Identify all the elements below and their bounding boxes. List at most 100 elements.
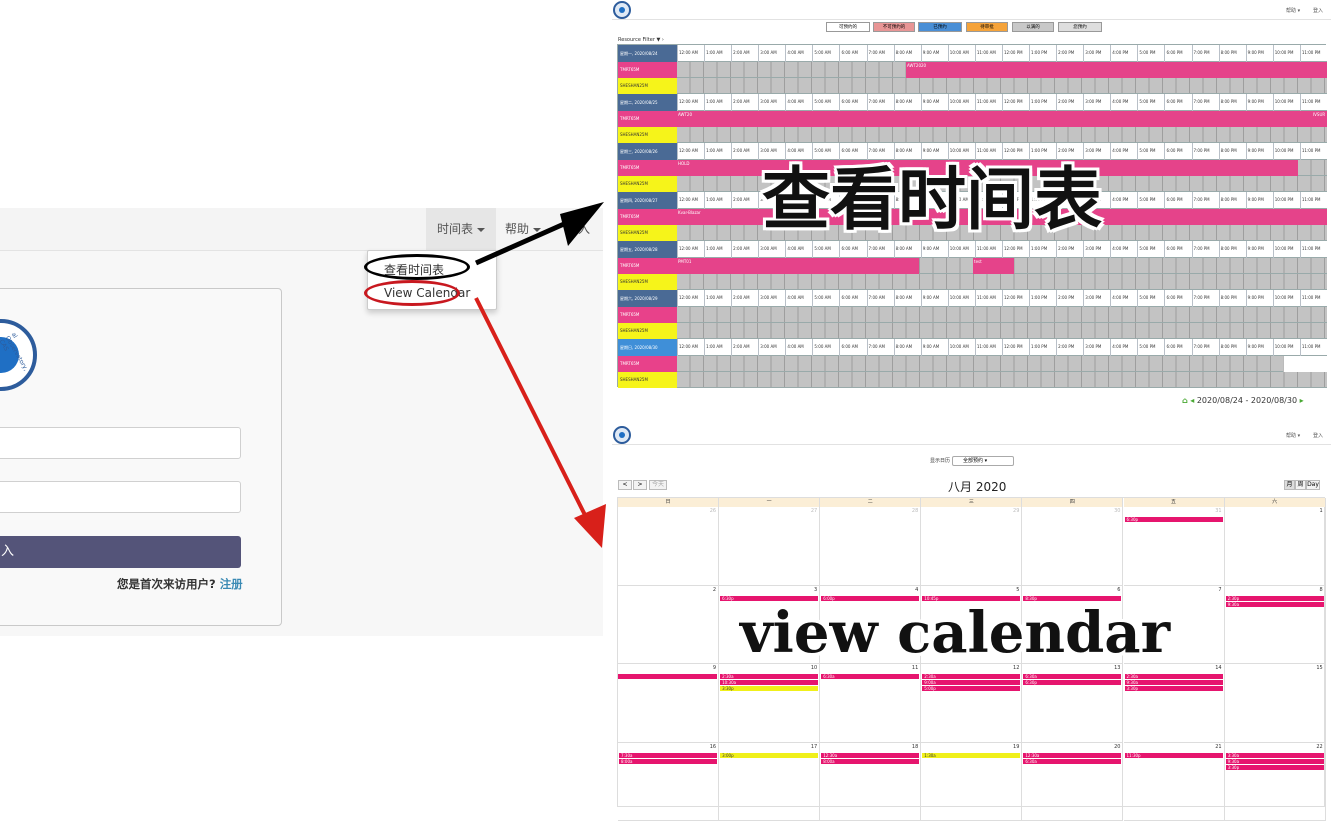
- calendar-event[interactable]: 12:30a: [821, 753, 919, 758]
- day-cell[interactable]: 27: [719, 507, 820, 586]
- day-cell[interactable]: 2012:30a6:30a: [1022, 743, 1123, 821]
- resource-lane[interactable]: [677, 372, 1327, 388]
- calendar-event[interactable]: 2:30a: [922, 674, 1020, 679]
- resource-label[interactable]: SHESHAN25M: [618, 323, 677, 339]
- resource-lane[interactable]: PMT01 test: [677, 258, 1327, 274]
- resource-label[interactable]: TMRT65M: [618, 111, 677, 127]
- calendar-event[interactable]: 2:30a: [720, 674, 818, 679]
- calendar-event[interactable]: 8:00a: [821, 759, 919, 764]
- resource-lane[interactable]: [677, 274, 1327, 290]
- day-cell[interactable]: 26: [618, 507, 719, 586]
- resource-lane[interactable]: [677, 323, 1327, 339]
- calendar-event[interactable]: 11:30p: [1125, 753, 1223, 758]
- calendar-event[interactable]: 6:30a: [1023, 759, 1121, 764]
- calendar-event[interactable]: 3:30a: [1226, 753, 1324, 758]
- resource-label[interactable]: TMRT65M: [618, 307, 677, 323]
- day-cell[interactable]: 173:00p: [719, 743, 820, 821]
- booking-bar[interactable]: PMT01: [677, 258, 919, 274]
- calendar-event[interactable]: 6:30p: [1023, 680, 1121, 685]
- username-field[interactable]: [0, 427, 241, 459]
- day-cell[interactable]: 191:30a: [921, 743, 1022, 821]
- resource-label[interactable]: SHESHAN25M: [618, 274, 677, 290]
- help-menu[interactable]: 帮助 ▾: [1286, 432, 1300, 439]
- calendar-event[interactable]: 9:30a: [1125, 680, 1223, 685]
- prev-month-button[interactable]: <: [618, 480, 632, 490]
- booking-bar[interactable]: AWT2020: [906, 62, 1327, 78]
- calendar-event[interactable]: 10:30a: [720, 680, 818, 685]
- resource-lane[interactable]: AWT20IVSUR: [677, 111, 1327, 127]
- calendar-event[interactable]: 3:30p: [1125, 686, 1223, 691]
- calendar-event[interactable]: 5:00p: [922, 686, 1020, 691]
- resource-label[interactable]: TMRT65M: [618, 356, 677, 372]
- resource-label[interactable]: SHESHAN25M: [618, 225, 677, 241]
- day-cell[interactable]: 102:30a10:30a3:30p: [719, 664, 820, 743]
- booking-bar[interactable]: AWT20: [677, 111, 1327, 127]
- next-arrow-icon[interactable]: ▸: [1300, 396, 1304, 405]
- register-link[interactable]: 注册: [220, 577, 243, 591]
- day-cell[interactable]: 116:30a: [820, 664, 921, 743]
- next-month-button[interactable]: >: [633, 480, 647, 490]
- calendar-event[interactable]: 9:00a: [922, 680, 1020, 685]
- day-cell[interactable]: 1812:30a8:00a: [820, 743, 921, 821]
- calendar-event[interactable]: 3:30p: [1226, 765, 1324, 770]
- resource-lane[interactable]: [677, 127, 1327, 143]
- resource-label[interactable]: SHESHAN25M: [618, 372, 677, 388]
- calendar-event[interactable]: 6:30a: [821, 674, 919, 679]
- calendar-event[interactable]: 9:30a: [1226, 602, 1324, 607]
- nav-login-link[interactable]: 入: [578, 208, 590, 250]
- day-cell[interactable]: 142:30a9:30a3:30p: [1124, 664, 1225, 743]
- calendar-event[interactable]: 3:30p: [720, 686, 818, 691]
- password-field[interactable]: [0, 481, 241, 513]
- home-icon[interactable]: ⌂: [1182, 396, 1188, 405]
- resource-label[interactable]: SHESHAN25M: [618, 78, 677, 94]
- day-cell[interactable]: 2: [618, 586, 719, 665]
- day-cell[interactable]: 15: [1225, 664, 1326, 743]
- resource-lane[interactable]: AWT2020: [677, 62, 1327, 78]
- login-link[interactable]: 登入: [1313, 7, 1323, 14]
- day-cell[interactable]: 167:30a8:00a: [618, 743, 719, 821]
- day-cell[interactable]: 122:30a9:00a5:00p: [921, 664, 1022, 743]
- resource-label[interactable]: TMRT65M: [618, 160, 677, 176]
- day-cell[interactable]: 82:30p9:30a: [1225, 586, 1326, 665]
- resource-label[interactable]: SHESHAN25M: [618, 176, 677, 192]
- calendar-event[interactable]: 7:30a: [619, 753, 717, 758]
- resource-label[interactable]: TMRT65M: [618, 62, 677, 78]
- month-view-button[interactable]: 月: [1284, 480, 1295, 490]
- prev-arrow-icon[interactable]: ◂: [1190, 396, 1194, 405]
- day-cell[interactable]: 28: [820, 507, 921, 586]
- day-cell[interactable]: 30: [1022, 507, 1123, 586]
- day-cell[interactable]: 136:30a6:30p: [1022, 664, 1123, 743]
- today-button[interactable]: 今天: [649, 480, 667, 490]
- calendar-event[interactable]: 3:00p: [720, 753, 818, 758]
- resource-lane[interactable]: [677, 307, 1327, 323]
- calendar-event[interactable]: 9:30a: [1226, 759, 1324, 764]
- calendar-filter-select[interactable]: 全部预约 ▾: [952, 456, 1014, 466]
- resource-lane[interactable]: [677, 356, 1327, 372]
- resource-label[interactable]: TMRT65M: [618, 258, 677, 274]
- calendar-event[interactable]: 8:00a: [619, 759, 717, 764]
- resource-lane[interactable]: [677, 78, 1327, 94]
- calendar-event[interactable]: 2:30p: [1226, 596, 1324, 601]
- resource-filter[interactable]: Resource Filter ▼ ›: [618, 37, 664, 43]
- day-view-button[interactable]: Day: [1306, 480, 1320, 490]
- help-menu[interactable]: 帮助 ▾: [1286, 7, 1300, 14]
- login-button[interactable]: 入: [0, 536, 241, 568]
- booking-bar[interactable]: test: [973, 258, 1014, 274]
- resource-label[interactable]: TMRT65M: [618, 209, 677, 225]
- calendar-event[interactable]: 6:30p: [1125, 517, 1223, 522]
- day-cell[interactable]: 9: [618, 664, 719, 743]
- calendar-event[interactable]: [618, 674, 717, 679]
- day-cell[interactable]: 316:30p: [1124, 507, 1225, 586]
- calendar-event[interactable]: 12:30a: [1023, 753, 1121, 758]
- resource-label[interactable]: SHESHAN25M: [618, 127, 677, 143]
- day-cell[interactable]: 2111:30p: [1124, 743, 1225, 821]
- calendar-event[interactable]: 6:30a: [1023, 674, 1121, 679]
- login-link[interactable]: 登入: [1313, 432, 1323, 439]
- calendar-event[interactable]: 2:30a: [1125, 674, 1223, 679]
- day-cell[interactable]: 1: [1225, 507, 1326, 586]
- day-cell[interactable]: 223:30a9:30a3:30p: [1225, 743, 1326, 821]
- calendar-event[interactable]: 1:30a: [922, 753, 1020, 758]
- day-cell[interactable]: 29: [921, 507, 1022, 586]
- week-view-button[interactable]: 周: [1295, 480, 1306, 490]
- nav-help-menu[interactable]: 帮助: [500, 208, 546, 250]
